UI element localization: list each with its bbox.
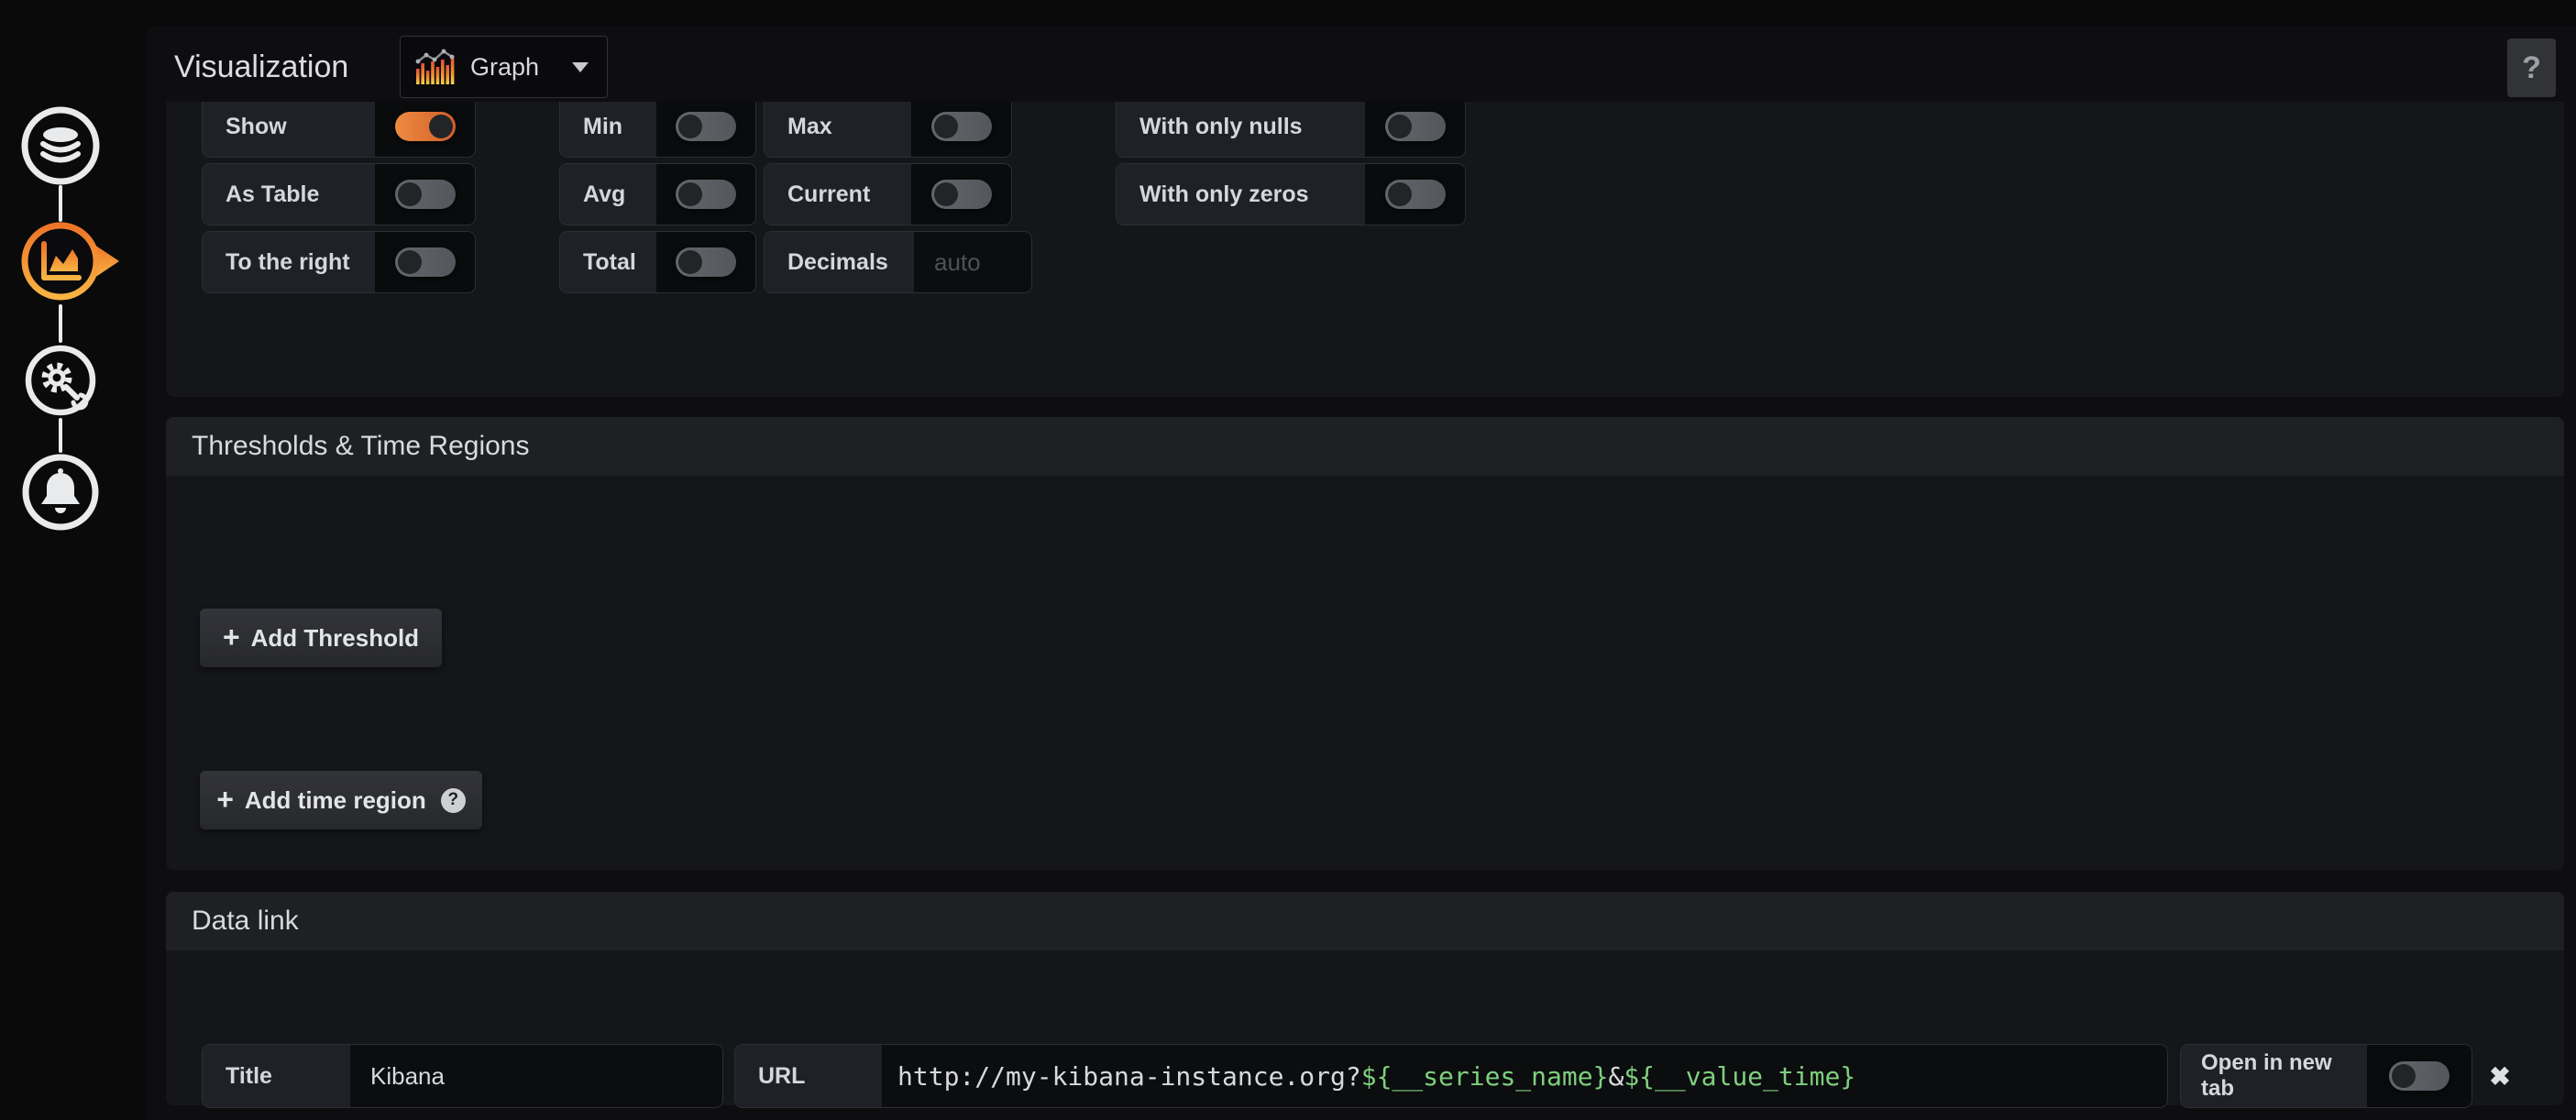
database-icon[interactable] — [18, 104, 103, 188]
toggle-knob — [2392, 1064, 2416, 1088]
help-button[interactable]: ? — [2507, 38, 2556, 97]
option-label: Show — [203, 102, 375, 157]
toggle-knob — [678, 182, 702, 206]
open-new-tab-label: Open in new tab — [2181, 1045, 2367, 1107]
as-table-toggle[interactable] — [395, 180, 456, 209]
option-label: As Table — [203, 164, 375, 225]
sidebar-connector — [59, 418, 62, 453]
page-title: Visualization — [174, 49, 348, 85]
toggle-knob — [1388, 182, 1412, 206]
url-field-label: URL — [735, 1045, 882, 1107]
open-new-tab-toggle[interactable] — [2389, 1061, 2449, 1091]
sidebar-connector — [59, 185, 62, 222]
add-time-region-button[interactable]: + Add time region ? — [200, 771, 482, 829]
url-segment: ${__value_time} — [1624, 1061, 1855, 1092]
url-segment: http://my-kibana-instance.org? — [897, 1061, 1361, 1092]
option-label: Min — [560, 102, 656, 157]
gear-wrench-icon[interactable] — [24, 344, 97, 417]
legend-option-with-only-zeros: With only zeros — [1116, 163, 1466, 225]
remove-link-button[interactable]: ✖ — [2472, 1044, 2527, 1108]
toggle-knob — [678, 250, 702, 274]
close-icon: ✖ — [2489, 1061, 2510, 1092]
toggle-knob — [398, 250, 422, 274]
legend-option-max: Max — [764, 102, 1012, 158]
option-label: With only nulls — [1117, 102, 1365, 157]
current-toggle[interactable] — [931, 180, 992, 209]
toggle-knob — [1388, 115, 1412, 138]
legend-option-avg: Avg — [559, 163, 756, 225]
plus-icon: + — [216, 785, 234, 814]
legend-option-show: Show — [202, 102, 476, 158]
toggle-knob — [934, 182, 958, 206]
title-field-label: Title — [203, 1045, 350, 1107]
with-only-nulls-toggle[interactable] — [1385, 112, 1446, 141]
legend-option-with-only-nulls: With only nulls — [1116, 102, 1466, 158]
question-circle-icon: ? — [441, 788, 466, 813]
legend-option-total: Total — [559, 231, 756, 293]
section-title: Thresholds & Time Regions — [166, 417, 2564, 476]
editor-sidebar — [0, 0, 147, 1120]
area-chart-icon[interactable] — [18, 219, 125, 303]
add-time-region-label: Add time region — [245, 786, 426, 815]
show-toggle[interactable] — [395, 112, 456, 141]
legend-option-decimals: Decimals — [764, 231, 1032, 293]
open-new-tab-group: Open in new tab — [2180, 1044, 2472, 1108]
sidebar-connector — [59, 304, 62, 343]
option-label: Total — [560, 232, 656, 292]
bar-chart-icon — [415, 49, 456, 85]
add-threshold-label: Add Threshold — [251, 624, 419, 653]
section-title: Data link — [166, 892, 2564, 950]
url-segment: ${__series_name} — [1361, 1061, 1609, 1092]
link-title-input[interactable] — [350, 1045, 722, 1107]
option-label: With only zeros — [1117, 164, 1365, 225]
legend-option-as-table: As Table — [202, 163, 476, 225]
link-title-field-group: Title — [202, 1044, 723, 1108]
panel-editor: Visualization Graph ? Sho — [0, 0, 2576, 1120]
option-label: To the right — [203, 232, 375, 292]
legend-options-section: Show As Table To the right Min Avg Total… — [166, 102, 2564, 397]
avg-toggle[interactable] — [676, 180, 736, 209]
url-segment: & — [1608, 1061, 1624, 1092]
toggle-knob — [934, 115, 958, 138]
toggle-knob — [429, 115, 453, 138]
plus-icon: + — [223, 622, 240, 652]
min-toggle[interactable] — [676, 112, 736, 141]
link-url-input[interactable]: http://my-kibana-instance.org?${__series… — [882, 1045, 2167, 1107]
data-link-section: Data link Title URL http://my-kibana-ins… — [166, 892, 2564, 1105]
toggle-knob — [678, 115, 702, 138]
link-url-field-group: URL http://my-kibana-instance.org?${__se… — [734, 1044, 2168, 1108]
option-label: Current — [765, 164, 911, 225]
legend-option-current: Current — [764, 163, 1012, 225]
viz-type-dropdown[interactable]: Graph — [400, 36, 608, 98]
chevron-down-icon — [572, 62, 589, 72]
bell-icon[interactable] — [22, 454, 99, 531]
option-label: Max — [765, 102, 911, 157]
to-the-right-toggle[interactable] — [395, 247, 456, 277]
option-label: Decimals — [765, 232, 914, 292]
add-threshold-button[interactable]: + Add Threshold — [200, 609, 442, 667]
total-toggle[interactable] — [676, 247, 736, 277]
decimals-input[interactable] — [914, 232, 1031, 292]
legend-option-to-the-right: To the right — [202, 231, 476, 293]
viz-type-label: Graph — [470, 53, 539, 82]
thresholds-section: Thresholds & Time Regions + Add Threshol… — [166, 417, 2564, 870]
legend-option-min: Min — [559, 102, 756, 158]
option-label: Avg — [560, 164, 656, 225]
max-toggle[interactable] — [931, 112, 992, 141]
toggle-knob — [398, 182, 422, 206]
with-only-zeros-toggle[interactable] — [1385, 180, 1446, 209]
